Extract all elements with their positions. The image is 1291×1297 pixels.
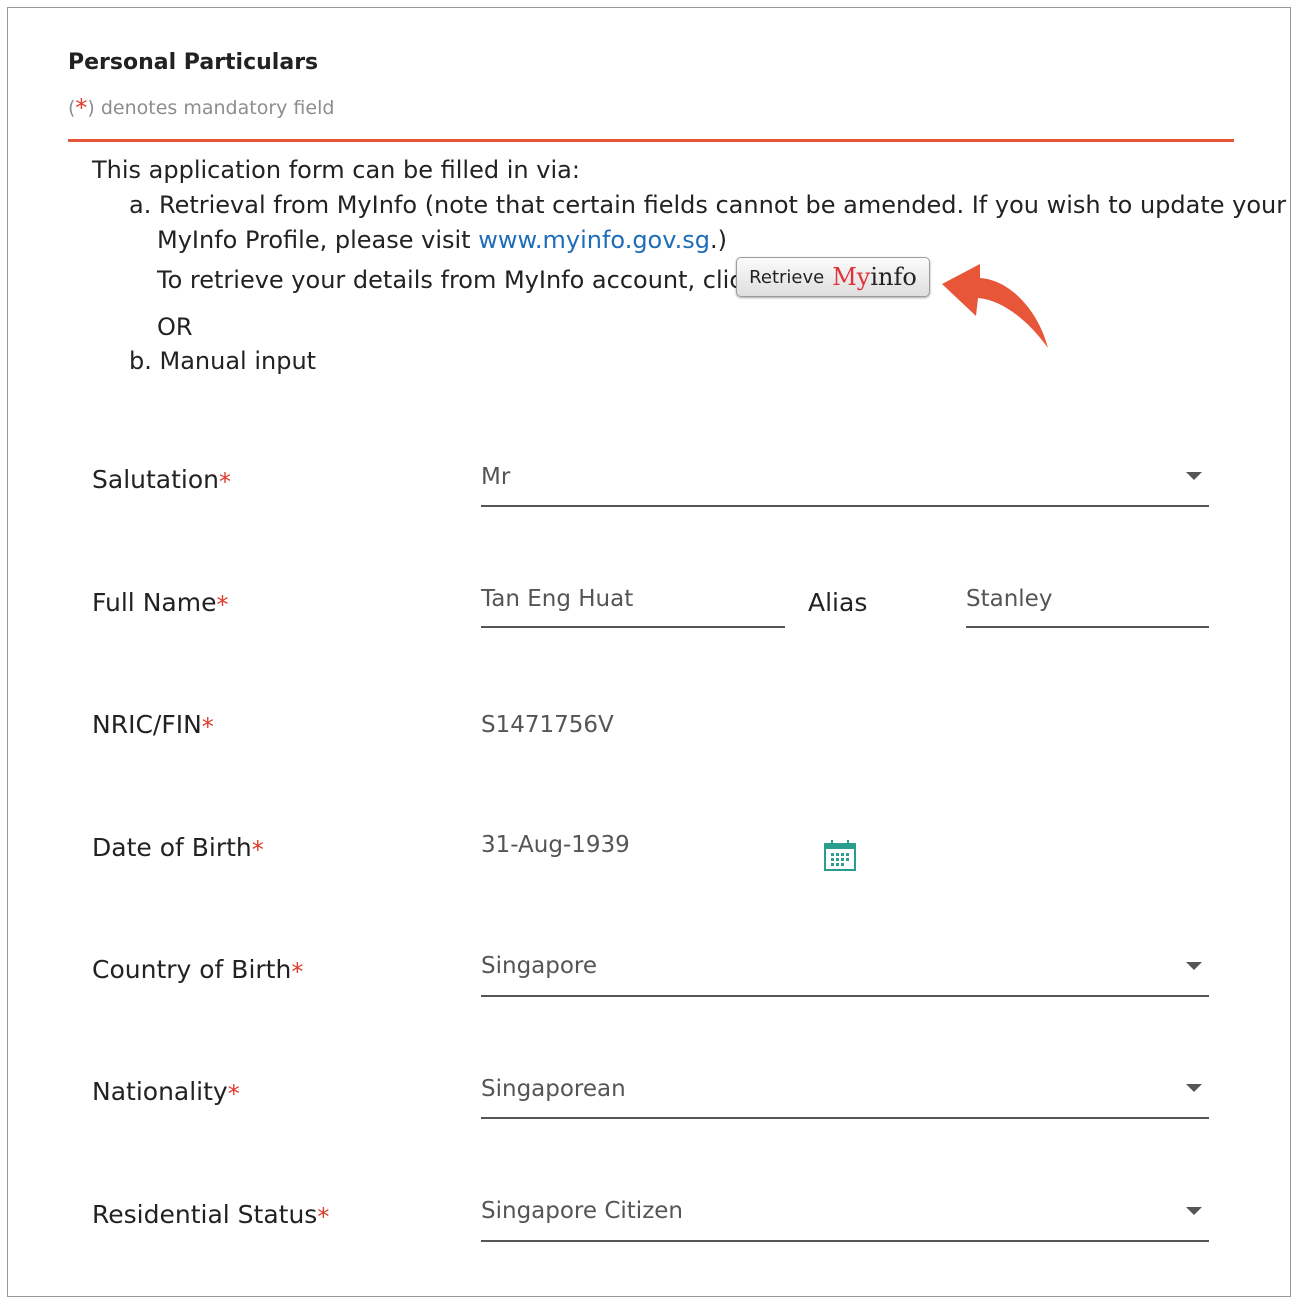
- mandatory-note: (*) denotes mandatory field: [68, 94, 335, 122]
- calendar-icon[interactable]: [823, 838, 857, 872]
- intro-line: This application form can be filled in v…: [92, 156, 580, 184]
- full-name-input[interactable]: Tan Eng Huat: [481, 586, 633, 612]
- alias-input[interactable]: Stanley: [966, 586, 1052, 612]
- nationality-select[interactable]: Singaporean: [481, 1076, 626, 1102]
- retrieve-myinfo-button[interactable]: Retrieve Myinfo: [736, 257, 930, 297]
- residential-status-label: Residential Status*: [92, 1200, 330, 1231]
- country-of-birth-select[interactable]: Singapore: [481, 953, 597, 979]
- option-a-link-line: MyInfo Profile, please visit www.myinfo.…: [157, 226, 727, 254]
- nationality-underline: [481, 1117, 1209, 1119]
- retrieve-instruction: To retrieve your details from MyInfo acc…: [157, 266, 757, 294]
- alias-label: Alias: [808, 588, 868, 617]
- option-a-line: a. Retrieval from MyInfo (note that cert…: [129, 191, 1287, 219]
- or-text: OR: [157, 313, 193, 341]
- caret-down-icon[interactable]: [1186, 472, 1202, 480]
- dob-label: Date of Birth*: [92, 833, 264, 864]
- section-title: Personal Particulars: [68, 50, 319, 75]
- caret-down-icon[interactable]: [1186, 1084, 1202, 1092]
- asterisk: *: [75, 94, 88, 122]
- salutation-underline: [481, 505, 1209, 507]
- section-divider: [68, 139, 1234, 142]
- residential-status-select[interactable]: Singapore Citizen: [481, 1198, 683, 1224]
- alias-underline: [966, 626, 1209, 628]
- option-b-line: b. Manual input: [129, 347, 317, 375]
- curved-arrow-icon: [942, 264, 1048, 348]
- caret-down-icon[interactable]: [1186, 962, 1202, 970]
- country-of-birth-label: Country of Birth*: [92, 955, 304, 986]
- caret-down-icon[interactable]: [1186, 1207, 1202, 1215]
- dob-value: 31-Aug-1939: [481, 832, 630, 858]
- nationality-label: Nationality*: [92, 1077, 240, 1108]
- salutation-select[interactable]: Mr: [481, 464, 510, 490]
- residential-status-underline: [481, 1240, 1209, 1242]
- full-name-underline: [481, 626, 785, 628]
- myinfo-link[interactable]: www.myinfo.gov.sg: [478, 226, 710, 254]
- full-name-label: Full Name*: [92, 588, 229, 619]
- nric-value: S1471756V: [481, 712, 614, 738]
- country-of-birth-underline: [481, 995, 1209, 997]
- nric-label: NRIC/FIN*: [92, 710, 214, 741]
- salutation-label: Salutation*: [92, 465, 231, 496]
